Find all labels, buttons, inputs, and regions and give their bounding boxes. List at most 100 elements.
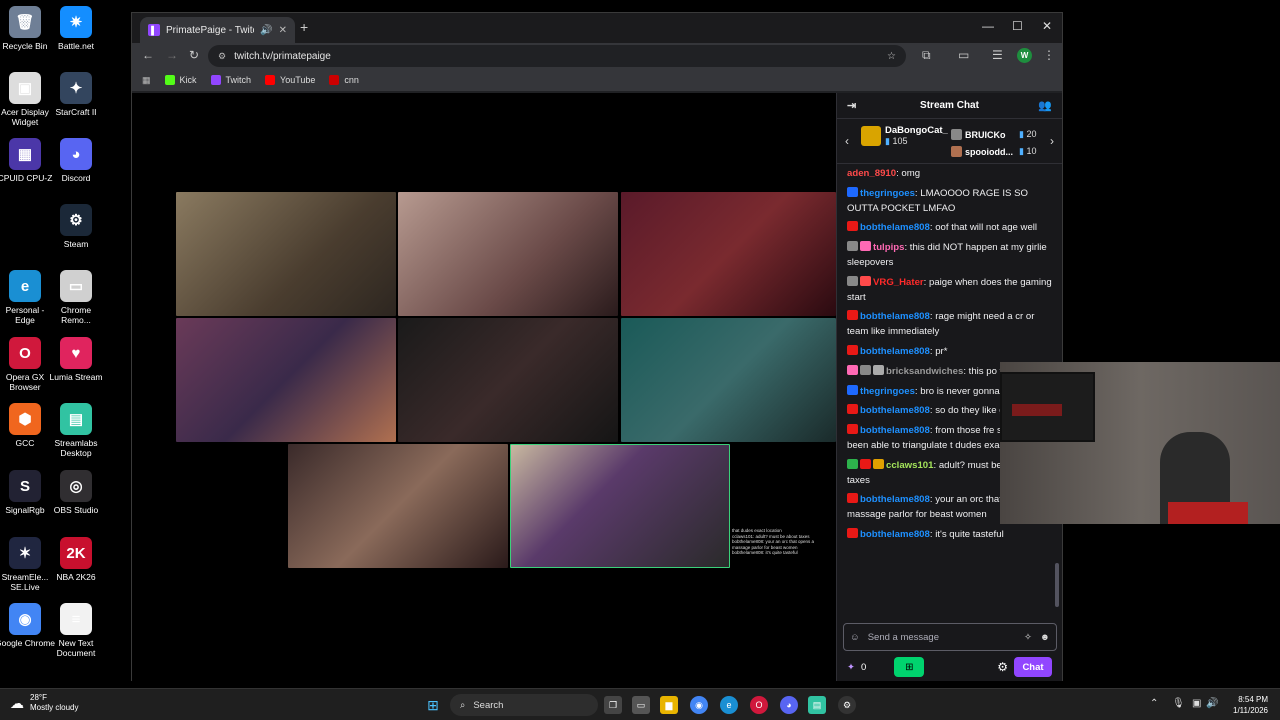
back-arrow-icon[interactable]: ←	[142, 48, 154, 62]
bookmark-star-icon[interactable]: ☆	[887, 51, 896, 62]
chat-badge-icon[interactable]	[873, 364, 884, 375]
edge-taskbar-icon[interactable]: e	[720, 696, 738, 714]
chrome-taskbar-icon[interactable]: ◉	[690, 696, 708, 714]
discord-taskbar-icon[interactable]: ◕	[780, 696, 798, 714]
twitch-favicon-icon: ▌	[148, 24, 160, 36]
next-arrow-icon[interactable]: ›	[1050, 134, 1054, 148]
bookmark-youtube[interactable]: YouTube	[265, 75, 315, 85]
collapse-chat-icon[interactable]: ⇥	[847, 99, 856, 112]
file-explorer-icon[interactable]: ▆	[660, 696, 678, 714]
chat-send-button[interactable]: Chat	[1014, 657, 1052, 677]
profile-avatar[interactable]: W	[1017, 48, 1032, 63]
bookmark-twitch[interactable]: Twitch	[210, 75, 251, 85]
chat-badge-icon[interactable]	[860, 458, 871, 469]
chat-username[interactable]: tulpips	[873, 242, 904, 253]
clock[interactable]: 8:54 PM 1/11/2026	[1233, 694, 1268, 716]
chat-username[interactable]: bobthelame808	[860, 494, 930, 505]
taskbar-search[interactable]: ⌕ Search	[450, 694, 598, 716]
chat-badge-icon[interactable]	[847, 344, 858, 355]
address-bar[interactable]: ⚙ twitch.tv/primatepaige ☆	[208, 45, 906, 67]
channel-points-icon[interactable]: ✦	[847, 662, 855, 673]
chat-badge-icon[interactable]	[847, 275, 858, 286]
chat-username[interactable]: VRG_Hater	[873, 277, 924, 288]
chat-username[interactable]: bricksandwiches	[886, 366, 963, 377]
chat-badge-icon[interactable]	[860, 364, 871, 375]
desktop-icon-chrome-remo[interactable]: ▭ Chrome Remo...	[46, 270, 106, 325]
chat-username[interactable]: bobthelame808	[860, 222, 930, 233]
desktop-icon-battle-net[interactable]: ✷ Battle.net	[46, 6, 106, 51]
bookmark-kick[interactable]: Kick	[164, 75, 197, 85]
chat-username[interactable]: bobthelame808	[860, 346, 930, 357]
community-icon[interactable]: 👥	[1038, 99, 1052, 112]
emote-menu-icon[interactable]: ☺	[850, 632, 860, 643]
chat-badge-icon[interactable]	[847, 458, 858, 469]
chat-username[interactable]: bobthelame808	[860, 529, 930, 540]
new-tab-button[interactable]: +	[300, 19, 308, 35]
menu-kebab-icon[interactable]: ⋮	[1043, 48, 1055, 62]
emoji-icon[interactable]: ☻	[1040, 632, 1050, 643]
gift-button[interactable]: ⊞	[894, 657, 925, 677]
chat-username[interactable]: thegringoes	[860, 386, 915, 397]
chat-badge-icon[interactable]	[847, 384, 858, 395]
desktop-icon-label: NBA 2K26	[56, 572, 96, 582]
chat-username[interactable]: bobthelame808	[860, 425, 930, 436]
start-icon[interactable]: ⊞	[424, 696, 442, 714]
chat-badge-icon[interactable]	[860, 275, 871, 286]
desktop-icon-steam[interactable]: ⚙ Steam	[46, 204, 106, 249]
chat-badge-icon[interactable]	[847, 241, 858, 252]
desktop-icon-streamlabs-desktop[interactable]: ▤ Streamlabs Desktop	[46, 403, 106, 458]
prev-arrow-icon[interactable]: ‹	[845, 134, 849, 148]
opera-taskbar-icon[interactable]: O	[750, 696, 768, 714]
chat-badge-icon[interactable]	[847, 186, 858, 197]
site-info-icon[interactable]: ⚙	[218, 51, 226, 62]
speaker-icon[interactable]: 🔊	[260, 25, 272, 36]
desktop-icon-nba-2k26[interactable]: 2K NBA 2K26	[46, 537, 106, 582]
chat-username[interactable]: cclaws101	[886, 460, 933, 471]
celebration-icon[interactable]: ✧	[1024, 632, 1032, 643]
volume-icon[interactable]: 🔊	[1206, 698, 1218, 709]
weather-widget[interactable]: ☁ 28°F Mostly cloudy	[10, 693, 78, 713]
chat-badge-icon[interactable]	[847, 424, 858, 435]
chat-badge-icon[interactable]	[847, 364, 858, 375]
close-tab-icon[interactable]: ✕	[279, 25, 287, 36]
chat-badge-icon[interactable]	[860, 241, 871, 252]
chat-badge-icon[interactable]	[847, 527, 858, 538]
chat-settings-icon[interactable]: ⚙	[997, 660, 1008, 674]
chat-badge-icon[interactable]	[847, 310, 858, 321]
chat-badge-icon[interactable]	[847, 493, 858, 504]
minimize-icon[interactable]: —	[982, 19, 994, 33]
chat-scrollbar[interactable]	[1055, 563, 1059, 607]
reading-list-icon[interactable]: ☰	[992, 48, 1003, 62]
desktop-icon-obs-studio[interactable]: ◎ OBS Studio	[46, 470, 106, 515]
network-icon[interactable]: ▣	[1192, 698, 1201, 709]
chat-username[interactable]: thegringoes	[860, 188, 915, 199]
tray-chevron-icon[interactable]: ⌃	[1150, 698, 1158, 709]
apps-grid-icon[interactable]: ▦	[142, 75, 151, 86]
tab-title: PrimatePaige - Twitch	[166, 24, 255, 36]
chat-input[interactable]: ☺ Send a message ✧ ☻	[843, 623, 1057, 651]
cast-icon[interactable]: ▭	[958, 48, 969, 62]
desktop-icon-lumia-stream[interactable]: ♥ Lumia Stream	[46, 337, 106, 382]
window-close-icon[interactable]: ✕	[1042, 19, 1052, 33]
chat-badge-icon[interactable]	[847, 221, 858, 232]
chat-username[interactable]: aden_8910	[847, 168, 896, 179]
settings-taskbar-icon[interactable]: ⚙	[838, 696, 856, 714]
reload-icon[interactable]: ↻	[189, 48, 199, 62]
maximize-icon[interactable]: ☐	[1012, 19, 1023, 33]
forward-arrow-icon[interactable]: →	[166, 48, 178, 62]
widgets-icon[interactable]: ▭	[632, 696, 650, 714]
extensions-icon[interactable]: ⧉	[922, 48, 931, 63]
chat-badge-icon[interactable]	[847, 404, 858, 415]
chat-badge-icon[interactable]	[873, 458, 884, 469]
microphone-icon[interactable]: 🎙	[1172, 698, 1185, 709]
desktop-icon-new-text-document[interactable]: ≡ New Text Document	[46, 603, 106, 658]
task-view-icon[interactable]: ❐	[604, 696, 622, 714]
desktop-icon-discord[interactable]: ◕ Discord	[46, 138, 106, 183]
desktop-icon-starcraft-ii[interactable]: ✦ StarCraft II	[46, 72, 106, 117]
streamlabs-taskbar-icon[interactable]: ▤	[808, 696, 826, 714]
tab-twitch[interactable]: ▌ PrimatePaige - Twitch 🔊 ✕	[140, 17, 295, 43]
chat-username[interactable]: bobthelame808	[860, 405, 930, 416]
bookmark-cnn[interactable]: cnn	[329, 75, 359, 85]
chat-username[interactable]: bobthelame808	[860, 311, 930, 322]
stream-video[interactable]: that dudes exact location cclaws101: adul…	[132, 93, 836, 681]
